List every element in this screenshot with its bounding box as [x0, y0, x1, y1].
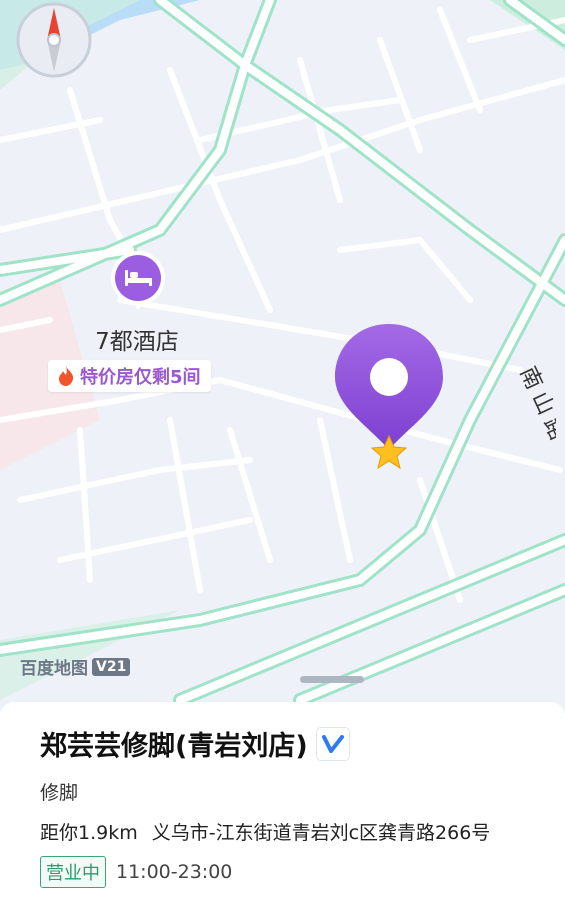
watermark-text: 百度地图 [20, 659, 88, 679]
hotel-promo-tag[interactable]: 特价房仅剩5间 [48, 360, 211, 392]
road-label-text: 南山路 [515, 363, 556, 444]
place-distance: 距你1.9km [40, 822, 138, 844]
star-icon [370, 434, 408, 470]
status-badge: 营业中 [40, 856, 106, 888]
place-hours: 11:00-23:00 [116, 861, 233, 883]
place-address: 义乌市-江东街道青岩刘c区龚青路266号 [151, 822, 491, 844]
map-watermark: 百度地图 V21 [20, 654, 131, 679]
place-title[interactable]: 郑芸芸修脚(青岩刘店) [40, 724, 308, 763]
place-hours-row: 营业中 11:00-23:00 [40, 856, 232, 888]
road-label-nanshan: 南山路 [476, 355, 565, 475]
place-title-row: 郑芸芸修脚(青岩刘店) [40, 724, 350, 763]
hotel-name[interactable]: 7都酒店 [62, 322, 212, 356]
verified-v-icon[interactable] [315, 726, 350, 761]
drag-handle[interactable] [300, 676, 364, 683]
compass-icon[interactable] [14, 2, 94, 78]
place-category: 修脚 [40, 782, 79, 804]
watermark-version: V21 [92, 657, 131, 676]
location-pin-icon[interactable] [330, 322, 450, 472]
hotel-poi-marker[interactable] [108, 250, 168, 310]
hotel-promo-text: 特价房仅剩5间 [80, 367, 201, 388]
fire-icon [59, 366, 74, 386]
place-address-row: 距你1.9km 义乌市-江东街道青岩刘c区龚青路266号 [40, 818, 490, 845]
